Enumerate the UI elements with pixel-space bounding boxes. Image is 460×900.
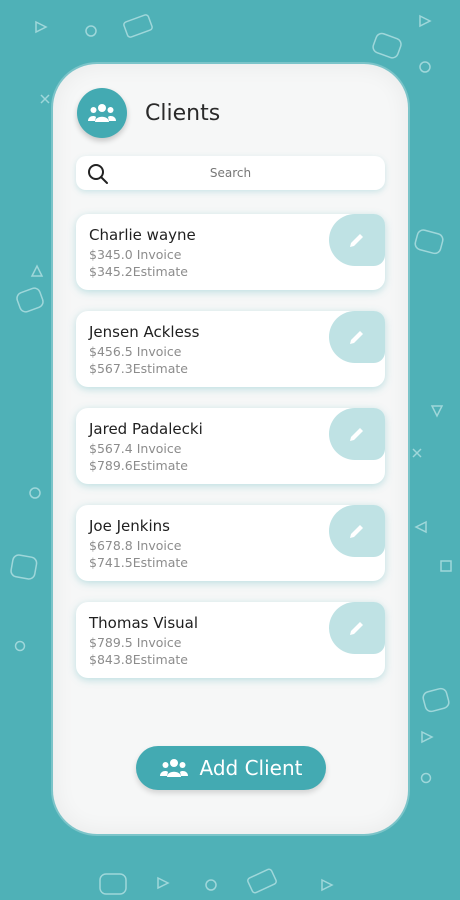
cross-icon	[40, 94, 50, 104]
client-estimate: $567.3Estimate	[89, 361, 188, 376]
pencil-icon	[350, 622, 363, 635]
tax-bag-icon	[16, 287, 44, 313]
tax-bag-icon	[372, 32, 402, 59]
circle-icon	[29, 487, 41, 499]
calculator-icon	[247, 868, 277, 894]
tax-bag-icon	[99, 873, 127, 895]
triangle-icon	[30, 264, 44, 277]
header: Clients	[77, 88, 220, 138]
tax-bag-icon	[422, 687, 450, 713]
edit-button[interactable]	[329, 214, 385, 266]
circle-icon	[420, 772, 432, 784]
client-invoice: $789.5 Invoice	[89, 635, 182, 650]
triangle-icon	[414, 520, 427, 534]
triangle-icon	[321, 878, 334, 892]
circle-icon	[205, 879, 217, 891]
triangle-icon	[35, 20, 48, 34]
client-invoice: $345.0 Invoice	[89, 247, 182, 262]
edit-button[interactable]	[329, 311, 385, 363]
pencil-icon	[350, 331, 363, 344]
client-card[interactable]: Joe Jenkins $678.8 Invoice $741.5Estimat…	[76, 505, 385, 581]
cross-icon	[412, 448, 422, 458]
search-icon[interactable]	[86, 162, 110, 186]
client-name: Jared Padalecki	[89, 420, 203, 438]
client-estimate: $345.2Estimate	[89, 264, 188, 279]
triangle-icon	[421, 730, 434, 744]
search-bar[interactable]	[76, 156, 385, 190]
client-name: Joe Jenkins	[89, 517, 170, 535]
client-invoice: $456.5 Invoice	[89, 344, 182, 359]
page-title: Clients	[145, 100, 221, 126]
tax-bag-icon	[414, 229, 444, 255]
tax-bag-icon	[10, 554, 38, 580]
users-icon	[88, 104, 116, 122]
client-card[interactable]: Charlie wayne $345.0 Invoice $345.2Estim…	[76, 214, 385, 290]
pencil-icon	[350, 428, 363, 441]
client-estimate: $843.8Estimate	[89, 652, 188, 667]
client-estimate: $789.6Estimate	[89, 458, 188, 473]
circle-icon	[14, 640, 26, 652]
clients-card: Clients Charlie wayne $345.0 Invoice $34…	[53, 64, 408, 834]
triangle-icon	[430, 405, 444, 418]
edit-button[interactable]	[329, 505, 385, 557]
circle-icon	[85, 25, 97, 37]
client-card[interactable]: Thomas Visual $789.5 Invoice $843.8Estim…	[76, 602, 385, 678]
pencil-icon	[350, 525, 363, 538]
client-name: Thomas Visual	[89, 614, 199, 632]
triangle-icon	[419, 14, 432, 28]
search-input[interactable]	[76, 165, 385, 181]
client-invoice: $678.8 Invoice	[89, 538, 182, 553]
triangle-icon	[157, 876, 170, 890]
users-icon	[159, 759, 188, 777]
edit-button[interactable]	[329, 408, 385, 460]
client-card[interactable]: Jared Padalecki $567.4 Invoice $789.6Est…	[76, 408, 385, 484]
edit-button[interactable]	[329, 602, 385, 654]
client-name: Jensen Ackless	[89, 323, 200, 341]
circle-icon	[419, 61, 431, 73]
add-client-button[interactable]: Add Client	[136, 746, 326, 790]
square-icon	[440, 560, 452, 572]
client-estimate: $741.5Estimate	[89, 555, 188, 570]
avatar	[77, 88, 127, 138]
client-card[interactable]: Jensen Ackless $456.5 Invoice $567.3Esti…	[76, 311, 385, 387]
calculator-icon	[123, 14, 153, 38]
pencil-icon	[350, 234, 363, 247]
add-client-label: Add Client	[199, 756, 303, 780]
client-invoice: $567.4 Invoice	[89, 441, 182, 456]
client-name: Charlie wayne	[89, 226, 196, 244]
